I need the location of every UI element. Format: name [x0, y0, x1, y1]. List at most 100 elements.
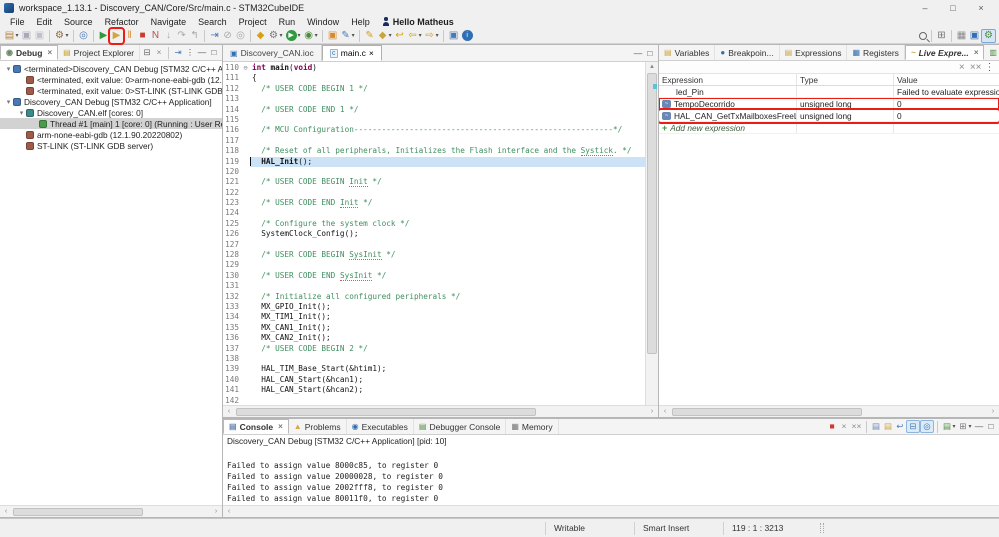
scrollbar-thumb[interactable]: [236, 408, 536, 416]
live-update-button[interactable]: ◆: [254, 29, 267, 43]
scroll-right-icon[interactable]: ›: [210, 508, 222, 515]
code-line[interactable]: 122: [223, 188, 645, 198]
code-line[interactable]: 137 /* USER CODE BEGIN 2 */: [223, 344, 645, 354]
open-element-button[interactable]: ◎: [77, 29, 90, 43]
code-line[interactable]: 131: [223, 281, 645, 291]
maximize-window-button[interactable]: □: [939, 3, 967, 13]
scroll-left-icon[interactable]: ‹: [223, 408, 235, 415]
column-header-value[interactable]: Value: [894, 74, 999, 85]
code-line[interactable]: 133 MX_GPIO_Init();: [223, 302, 645, 312]
view-tab-variables[interactable]: ▤Variables: [659, 45, 715, 60]
code-line[interactable]: 127: [223, 240, 645, 250]
minimize-window-button[interactable]: –: [911, 3, 939, 13]
view-menu-button[interactable]: ⋮: [983, 60, 996, 74]
fold-marker-icon[interactable]: ⊖: [241, 63, 250, 73]
show-console-stdout-button[interactable]: ▤: [870, 420, 882, 433]
remove-all-expressions-button[interactable]: ××: [968, 60, 983, 74]
debug-tree-row[interactable]: <terminated, exit value: 0>ST-LINK (ST-L…: [0, 85, 222, 96]
column-header-type[interactable]: Type: [797, 74, 894, 85]
code-analysis-button[interactable]: ✎▾: [339, 29, 356, 43]
remove-all-terminated-button[interactable]: ×: [153, 46, 165, 59]
show-next-suspended-thread-button[interactable]: ⇥: [172, 46, 184, 59]
view-tab-live-expre[interactable]: ~Live Expre...×: [905, 45, 984, 60]
scroll-left-icon[interactable]: ‹: [223, 508, 235, 515]
menu-source[interactable]: Source: [58, 17, 99, 27]
column-header-expression[interactable]: Expression: [659, 74, 797, 85]
code-line[interactable]: 118 /* Reset of all peripherals, Initial…: [223, 146, 645, 156]
restart-process-button[interactable]: ◎: [234, 29, 247, 43]
terminate-button[interactable]: ■: [136, 29, 149, 43]
skip-all-breakpoints-button[interactable]: ⊘: [221, 29, 234, 43]
display-selected-console-button[interactable]: ▤▾: [941, 420, 957, 433]
editor-hscrollbar[interactable]: ‹ ›: [223, 405, 658, 417]
device-config-perspective-button[interactable]: ▣: [968, 29, 981, 43]
editor-tab-main-c[interactable]: cmain.c×: [322, 45, 382, 61]
remove-launch-button[interactable]: ×: [838, 420, 850, 433]
pin-console-button[interactable]: ◎: [920, 420, 934, 433]
minimize-button[interactable]: —: [196, 46, 208, 59]
menu-help[interactable]: Help: [345, 17, 376, 27]
close-window-button[interactable]: ×: [967, 3, 995, 13]
debug-tree-row[interactable]: ▾<terminated>Discovery_CAN Debug [STM32 …: [0, 63, 222, 74]
console-hscrollbar[interactable]: ‹: [223, 505, 999, 517]
step-into-button[interactable]: ↓: [162, 29, 175, 43]
scroll-right-icon[interactable]: ›: [987, 408, 999, 415]
forward-button[interactable]: ⇨▾: [423, 29, 440, 43]
run-button[interactable]: ▶▾: [284, 29, 302, 43]
code-line[interactable]: 113: [223, 94, 645, 104]
expression-row[interactable]: ~HAL_CAN_GetTxMailboxesFreeLunsigned lon…: [659, 110, 999, 122]
debug-button[interactable]: ◉▾: [302, 29, 319, 43]
code-line[interactable]: 124: [223, 208, 645, 218]
editor-tab-discovery-can-ioc[interactable]: ▣Discovery_CAN.ioc: [223, 45, 322, 61]
maximize-button[interactable]: □: [208, 46, 220, 59]
code-line[interactable]: 141 HAL_CAN_Start(&hcan2);: [223, 385, 645, 395]
view-tab-registers[interactable]: ▦Registers: [847, 45, 904, 60]
debug-tree-row[interactable]: Thread #1 [main] 1 [core: 0] (Running : …: [0, 118, 222, 129]
user-account[interactable]: Hello Matheus: [376, 17, 460, 27]
suspend-button[interactable]: ‖: [123, 29, 136, 43]
debug-config-button[interactable]: ⚙▾: [267, 29, 284, 43]
live-expressions-hscrollbar[interactable]: ‹ ›: [659, 405, 999, 417]
new-wizard-button[interactable]: ▤▾: [3, 29, 20, 43]
remove-all-terminated-button[interactable]: ××: [850, 420, 863, 433]
minimize-button[interactable]: —: [973, 420, 985, 433]
expander-icon[interactable]: ▾: [17, 109, 26, 117]
menu-refactor[interactable]: Refactor: [99, 17, 145, 27]
expander-icon[interactable]: ▾: [4, 65, 13, 73]
maximize-button[interactable]: □: [644, 47, 656, 60]
disconnect-button[interactable]: N: [149, 29, 162, 43]
restart-button[interactable]: ▶: [97, 29, 110, 43]
word-wrap-button[interactable]: ↩: [894, 420, 906, 433]
terminate-button[interactable]: ■: [826, 420, 838, 433]
debug-perspective-button[interactable]: ⚙: [981, 29, 996, 43]
scroll-right-icon[interactable]: ›: [646, 408, 658, 415]
view-tab-debug[interactable]: ◉Debug×: [0, 45, 58, 60]
expression-row[interactable]: ~TempoDecorridounsigned long0: [659, 98, 999, 110]
view-menu-button[interactable]: ⋮: [184, 46, 196, 59]
scroll-up-icon[interactable]: ▲: [646, 62, 658, 72]
menu-search[interactable]: Search: [192, 17, 233, 27]
code-line[interactable]: 136 MX_CAN2_Init();: [223, 333, 645, 343]
code-line[interactable]: 128 /* USER CODE BEGIN SysInit */: [223, 250, 645, 260]
minimize-button[interactable]: —: [632, 47, 644, 60]
add-expression-row[interactable]: +Add new expression: [659, 122, 999, 134]
code-line[interactable]: 112 /* USER CODE BEGIN 1 */: [223, 84, 645, 94]
code-line[interactable]: 126 SystemClock_Config();: [223, 229, 645, 239]
expander-icon[interactable]: ▾: [4, 98, 13, 106]
open-console-button[interactable]: ⊞▾: [957, 420, 973, 433]
step-return-button[interactable]: ↰: [188, 29, 201, 43]
scroll-left-icon[interactable]: ‹: [659, 408, 671, 415]
close-icon[interactable]: ×: [47, 48, 52, 57]
code-line[interactable]: 125 /* Configure the system clock */: [223, 219, 645, 229]
save-all-button[interactable]: ▣: [33, 29, 46, 43]
instruction-stepping-button[interactable]: ⇥: [208, 29, 221, 43]
editor-presentation-button[interactable]: ▣: [447, 29, 460, 43]
scroll-lock-button[interactable]: ⊟: [906, 420, 920, 433]
search-history-button[interactable]: ◆▾: [376, 29, 393, 43]
view-tab-project-explorer[interactable]: ▤Project Explorer: [58, 45, 140, 60]
view-tab-breakpoin[interactable]: ●Breakpoin...: [715, 45, 779, 60]
debug-tree-row[interactable]: ST-LINK (ST-LINK GDB server): [0, 140, 222, 151]
menu-project[interactable]: Project: [233, 17, 273, 27]
maximize-button[interactable]: □: [985, 420, 997, 433]
show-console-stderr-button[interactable]: ▤: [882, 420, 894, 433]
